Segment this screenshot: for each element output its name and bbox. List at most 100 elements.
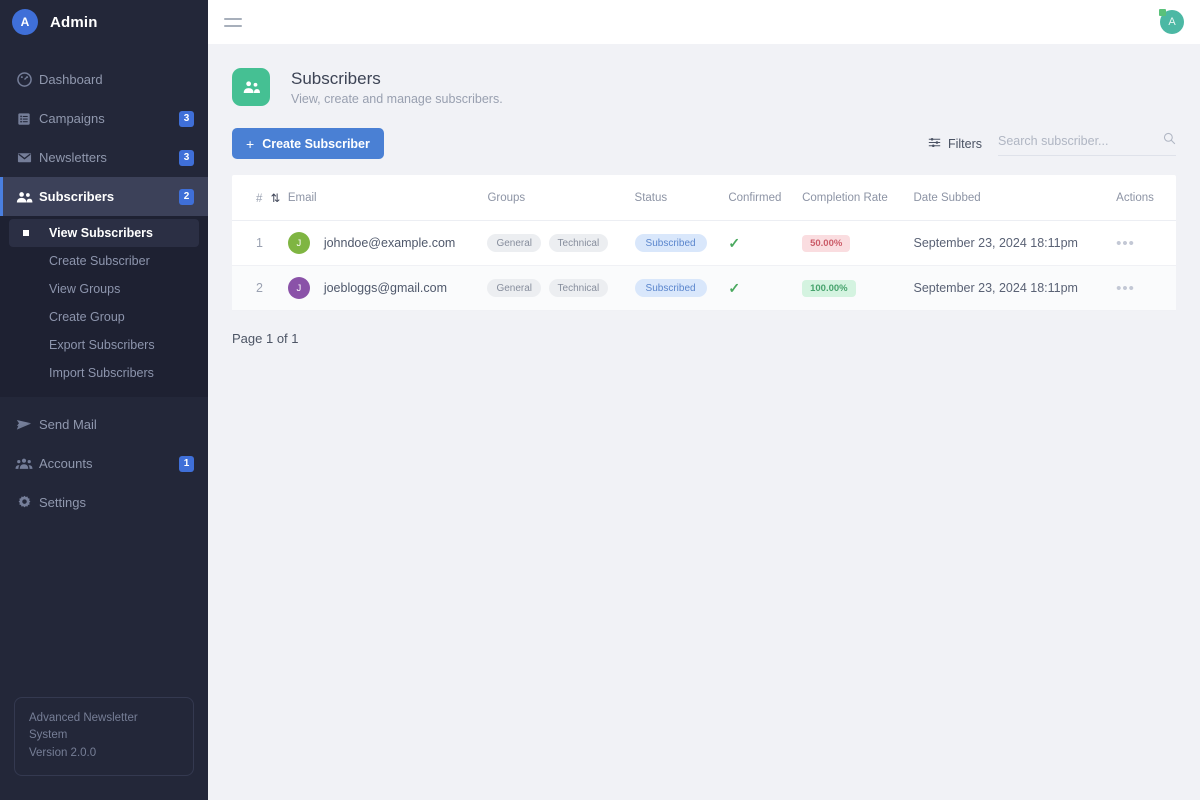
sidebar-item-label: Settings [39, 495, 194, 510]
search-icon[interactable] [1163, 132, 1176, 150]
table-row[interactable]: 1 J johndoe@example.com General Technica… [232, 221, 1176, 266]
cell-actions: ••• [1096, 221, 1176, 266]
table-row[interactable]: 2 J joebloggs@gmail.com General Technica… [232, 266, 1176, 311]
sidebar: A Admin Dashboard Campaigns 3 Newsletter… [0, 0, 208, 800]
table-header-row: # ⇅ Email Groups Status Confirmed Comple… [232, 175, 1176, 221]
sidebar-subitem-view-groups[interactable]: View Groups [9, 275, 199, 303]
avatar[interactable]: A [1160, 10, 1184, 34]
sidebar-badge: 2 [179, 189, 194, 205]
sidebar-item-newsletters[interactable]: Newsletters 3 [0, 138, 208, 177]
table-body: 1 J johndoe@example.com General Technica… [232, 221, 1176, 311]
row-actions-menu-icon[interactable]: ••• [1116, 235, 1135, 252]
sidebar-subitem-label: Export Subscribers [49, 338, 155, 352]
cell-date-subbed: September 23, 2024 18:11pm [914, 266, 1097, 311]
sort-arrow-icon[interactable]: ⇅ [271, 193, 281, 205]
brand[interactable]: A Admin [0, 0, 208, 44]
plus-icon: + [246, 136, 254, 152]
sidebar-subitem-export-subscribers[interactable]: Export Subscribers [9, 331, 199, 359]
sidebar-subitem-label: Import Subscribers [49, 366, 154, 380]
cell-groups: General Technical [487, 221, 634, 266]
send-icon [14, 417, 34, 433]
page-header-text: Subscribers View, create and manage subs… [291, 69, 503, 106]
email-text: johndoe@example.com [324, 236, 456, 250]
page-subtitle: View, create and manage subscribers. [291, 92, 503, 106]
version-box: Advanced Newsletter System Version 2.0.0 [14, 697, 194, 776]
cell-confirmed: ✓ [728, 266, 802, 311]
sidebar-item-label: Accounts [39, 456, 179, 471]
sliders-icon [928, 136, 941, 152]
accounts-icon [14, 456, 34, 472]
sidebar-spacer [0, 522, 208, 697]
cell-confirmed: ✓ [728, 221, 802, 266]
row-avatar: J [288, 277, 310, 299]
status-badge: Subscribed [635, 279, 707, 297]
bullet-square-icon [23, 230, 37, 236]
cell-date-subbed: September 23, 2024 18:11pm [914, 221, 1097, 266]
page-header: Subscribers View, create and manage subs… [232, 68, 1176, 106]
sidebar-item-accounts[interactable]: Accounts 1 [0, 444, 208, 483]
cell-email: J johndoe@example.com [288, 221, 488, 266]
column-header-status[interactable]: Status [635, 175, 729, 221]
sidebar-subitem-label: View Groups [49, 282, 120, 296]
column-header-groups[interactable]: Groups [487, 175, 634, 221]
sidebar-item-label: Send Mail [39, 417, 194, 432]
filters-button[interactable]: Filters [928, 136, 982, 152]
sidebar-subitem-import-subscribers[interactable]: Import Subscribers [9, 359, 199, 387]
column-label: # [256, 193, 262, 205]
topbar: A [208, 0, 1200, 44]
cell-num: 2 [232, 266, 288, 311]
gauge-icon [14, 72, 34, 88]
people-icon [232, 68, 270, 106]
status-dot [1159, 9, 1166, 16]
sidebar-item-label: Newsletters [39, 150, 179, 165]
table-head: # ⇅ Email Groups Status Confirmed Comple… [232, 175, 1176, 221]
app-name: Advanced Newsletter System [29, 710, 179, 746]
create-subscriber-button[interactable]: + Create Subscriber [232, 128, 384, 159]
table: # ⇅ Email Groups Status Confirmed Comple… [232, 175, 1176, 311]
avatar-initial: A [1168, 16, 1175, 28]
brand-name: Admin [50, 14, 98, 31]
check-icon: ✓ [728, 280, 740, 296]
column-header-num[interactable]: # ⇅ [232, 175, 288, 221]
pagination: Page 1 of 1 [232, 331, 1176, 346]
group-chip: General [487, 279, 541, 297]
cell-email: J joebloggs@gmail.com [288, 266, 488, 311]
sidebar-item-campaigns[interactable]: Campaigns 3 [0, 99, 208, 138]
sidebar-subitem-create-subscriber[interactable]: Create Subscriber [9, 247, 199, 275]
create-subscriber-label: Create Subscriber [262, 137, 370, 151]
filters-label: Filters [948, 137, 982, 151]
gear-icon [14, 495, 34, 511]
sidebar-badge: 3 [179, 111, 194, 127]
sidebar-item-subscribers[interactable]: Subscribers 2 [0, 177, 208, 216]
sidebar-nav: Dashboard Campaigns 3 Newsletters 3 Subs… [0, 60, 208, 216]
cell-groups: General Technical [487, 266, 634, 311]
sidebar-item-dashboard[interactable]: Dashboard [0, 60, 208, 99]
cell-actions: ••• [1096, 266, 1176, 311]
sidebar-subitem-view-subscribers[interactable]: View Subscribers [9, 219, 199, 247]
sidebar-item-send-mail[interactable]: Send Mail [0, 405, 208, 444]
column-header-completion-rate[interactable]: Completion Rate [802, 175, 913, 221]
group-chip: Technical [549, 234, 609, 252]
brand-avatar: A [12, 9, 38, 35]
search-input[interactable] [998, 134, 1176, 148]
sidebar-subitem-label: View Subscribers [49, 226, 153, 240]
column-header-email[interactable]: Email [288, 175, 488, 221]
page-title: Subscribers [291, 69, 503, 89]
sidebar-badge: 3 [179, 150, 194, 166]
hamburger-icon[interactable] [222, 12, 244, 33]
envelope-icon [14, 150, 34, 166]
sidebar-nav-lower: Send Mail Accounts 1 Settings [0, 405, 208, 522]
row-actions-menu-icon[interactable]: ••• [1116, 280, 1135, 297]
status-badge: Subscribed [635, 234, 707, 252]
check-icon: ✓ [728, 235, 740, 251]
people-icon [14, 189, 34, 205]
toolbar: + Create Subscriber Filters [232, 128, 1176, 159]
column-header-confirmed[interactable]: Confirmed [728, 175, 802, 221]
sidebar-item-settings[interactable]: Settings [0, 483, 208, 522]
cell-completion-rate: 100.00% [802, 266, 913, 311]
sidebar-subitem-create-group[interactable]: Create Group [9, 303, 199, 331]
column-header-actions: Actions [1096, 175, 1176, 221]
main-content: Subscribers View, create and manage subs… [208, 44, 1200, 800]
column-header-date-subbed[interactable]: Date Subbed [914, 175, 1097, 221]
completion-rate-badge: 50.00% [802, 235, 850, 252]
